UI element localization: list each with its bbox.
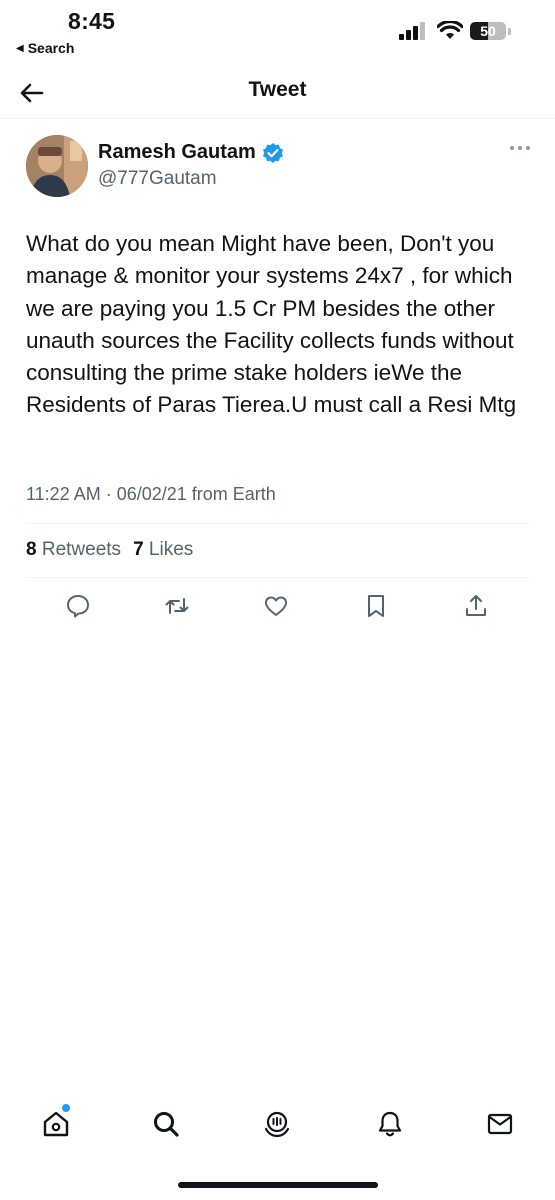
tweet-stats: 8 Retweets 7 Likes [26, 539, 193, 561]
share-icon [466, 595, 486, 616]
tab-home[interactable] [36, 1100, 76, 1148]
messages-icon [487, 1113, 513, 1135]
divider [26, 577, 529, 578]
battery-percent: 50 [480, 23, 496, 39]
tab-bar [0, 1100, 555, 1150]
tweet-text: What do you mean Might have been, Don't … [26, 231, 517, 418]
author-handle[interactable]: @777Gautam [98, 168, 217, 190]
reply-button[interactable] [63, 590, 93, 622]
tab-notifications[interactable] [370, 1100, 410, 1148]
share-button[interactable] [461, 590, 491, 622]
bookmark-icon [368, 595, 384, 617]
divider [26, 523, 529, 524]
avatar-image [26, 135, 88, 197]
tweet-actions [0, 590, 555, 626]
home-icon [43, 1111, 69, 1137]
page-title: Tweet [248, 78, 307, 101]
status-time: 8:45 [68, 8, 116, 34]
retweets-stat[interactable]: 8 Retweets [26, 539, 121, 561]
avatar[interactable] [26, 135, 88, 197]
tweet-header: Tweet [0, 70, 555, 119]
author-name-row[interactable]: Ramesh Gautam [98, 141, 284, 164]
likes-stat[interactable]: 7 Likes [133, 539, 193, 561]
notifications-icon [378, 1111, 402, 1137]
retweets-label: Retweets [41, 539, 122, 560]
cellular-signal-icon [399, 22, 425, 40]
tab-search[interactable] [146, 1100, 186, 1148]
spaces-icon [264, 1111, 290, 1138]
back-to-app-button[interactable]: ◀ Search [16, 40, 74, 56]
home-indicator [178, 1182, 378, 1188]
likes-count: 7 [133, 539, 144, 560]
wifi-icon [437, 21, 463, 39]
tweet-meta[interactable]: 11:22 AM · 06/02/21 from Earth [26, 484, 276, 505]
status-bar: 8:45 ◀ Search 50 [0, 0, 555, 70]
retweet-button[interactable] [162, 590, 192, 622]
reply-icon [67, 595, 89, 618]
like-button[interactable] [261, 590, 291, 622]
tweet-author: Ramesh Gautam @777Gautam [26, 135, 531, 197]
battery-indicator: 50 [470, 22, 514, 42]
likes-label: Likes [148, 539, 194, 560]
battery-nub [508, 28, 511, 35]
like-icon [265, 596, 287, 616]
author-name[interactable]: Ramesh Gautam [98, 141, 256, 164]
tab-spaces[interactable] [257, 1100, 297, 1148]
retweet-icon [165, 598, 189, 614]
verified-badge-icon [262, 142, 283, 163]
bookmark-button[interactable] [361, 590, 391, 622]
back-app-label: Search [27, 40, 75, 56]
back-triangle-icon: ◀ [16, 42, 24, 54]
search-icon [154, 1112, 179, 1137]
tab-messages[interactable] [480, 1100, 520, 1148]
retweets-count: 8 [26, 539, 37, 560]
more-options-icon[interactable] [509, 143, 531, 153]
